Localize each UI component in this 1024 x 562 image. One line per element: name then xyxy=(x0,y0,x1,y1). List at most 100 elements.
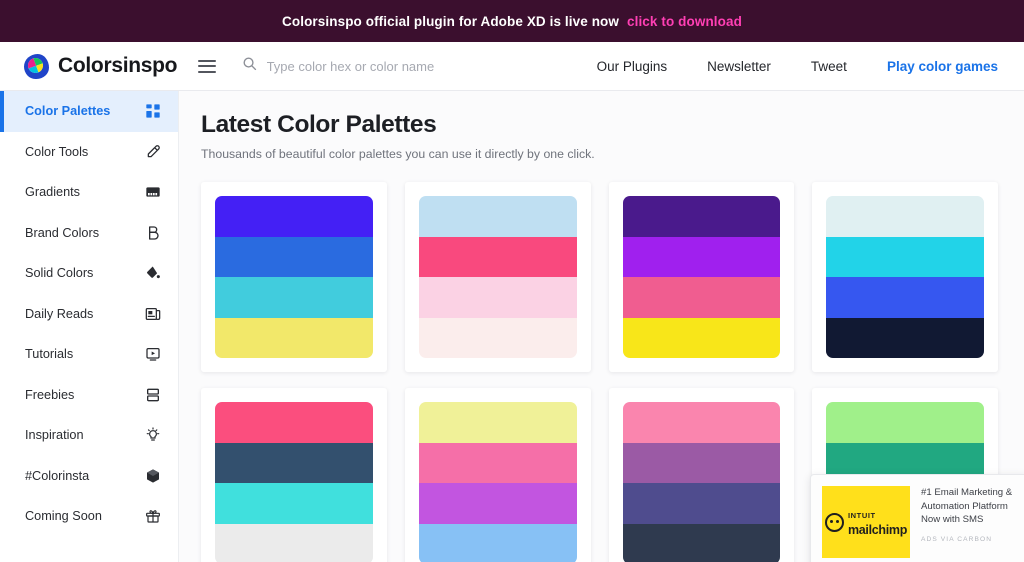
palette-card[interactable] xyxy=(812,182,998,372)
sidebar: Color Palettes Color Tools Gradients Bra… xyxy=(0,91,179,562)
palette-swatch[interactable] xyxy=(622,442,781,483)
video-play-icon xyxy=(144,345,162,363)
brand-logo[interactable]: Colorsinspo xyxy=(24,53,188,79)
page-body: Color Palettes Color Tools Gradients Bra… xyxy=(0,91,1024,562)
palette-swatch[interactable] xyxy=(622,523,781,562)
sidebar-item-color-tools[interactable]: Color Tools xyxy=(0,132,178,173)
palette-card[interactable] xyxy=(404,388,591,562)
gift-icon xyxy=(144,507,162,525)
sidebar-item-inspiration[interactable]: Inspiration xyxy=(0,415,178,456)
palette-swatch[interactable] xyxy=(215,277,373,318)
brand-name: Colorsinspo xyxy=(58,54,178,77)
ad-image[interactable]: INTUIT mailchimp xyxy=(822,486,910,558)
palette-swatches xyxy=(418,196,577,358)
palette-swatch[interactable] xyxy=(215,317,373,358)
sidebar-item-label: Color Palettes xyxy=(25,104,111,119)
nav-item-play-color-games[interactable]: Play color games xyxy=(887,59,998,74)
palette-swatch[interactable] xyxy=(418,277,577,318)
palette-card[interactable] xyxy=(404,182,591,372)
sidebar-item-label: Color Tools xyxy=(25,144,89,159)
sidebar-item-label: Freebies xyxy=(25,387,75,402)
palette-swatch[interactable] xyxy=(826,402,984,443)
eyedropper-icon xyxy=(144,143,162,161)
palette-swatch[interactable] xyxy=(215,523,373,562)
palette-swatches xyxy=(215,402,373,562)
announcement-banner: Colorsinspo official plugin for Adobe XD… xyxy=(0,0,1024,42)
sidebar-item-label: #Colorinsta xyxy=(25,468,90,483)
sidebar-item-daily-reads[interactable]: Daily Reads xyxy=(0,294,178,335)
palette-swatch[interactable] xyxy=(622,277,781,318)
sidebar-item-label: Coming Soon xyxy=(25,509,102,524)
sidebar-item-label: Solid Colors xyxy=(25,266,94,281)
ad-headline[interactable]: #1 Email Marketing & Automation Platform… xyxy=(921,486,1016,527)
palette-swatch[interactable] xyxy=(826,317,984,358)
ad-brand-top: INTUIT xyxy=(847,511,876,520)
palette-card[interactable] xyxy=(608,388,795,562)
gradient-icon xyxy=(144,183,162,201)
palette-swatch[interactable] xyxy=(622,402,781,443)
palette-swatches xyxy=(418,402,577,562)
sidebar-item-label: Gradients xyxy=(25,185,81,200)
main-content: Latest Color Palettes Thousands of beaut… xyxy=(179,91,1024,562)
ad-attribution[interactable]: ADS VIA CARBON xyxy=(921,536,1016,543)
search-icon xyxy=(242,56,257,76)
palette-swatch[interactable] xyxy=(418,442,577,483)
palette-swatch[interactable] xyxy=(826,277,984,318)
carbon-ad[interactable]: INTUIT mailchimp #1 Email Marketing & Au… xyxy=(810,474,1024,562)
stacked-bars-icon xyxy=(144,386,162,404)
sidebar-item-label: Daily Reads xyxy=(25,306,94,321)
mailchimp-logo-icon: INTUIT mailchimp xyxy=(824,506,908,538)
sidebar-item-color-palettes[interactable]: Color Palettes xyxy=(0,91,178,132)
palette-swatch[interactable] xyxy=(215,442,373,483)
announcement-download-link[interactable]: click to download xyxy=(627,14,742,29)
nav-item-newsletter[interactable]: Newsletter xyxy=(707,59,771,74)
palette-swatch[interactable] xyxy=(215,402,373,443)
palette-swatch[interactable] xyxy=(418,196,577,237)
hamburger-icon[interactable] xyxy=(198,59,216,73)
palette-swatch[interactable] xyxy=(418,523,577,562)
sidebar-item-label: Tutorials xyxy=(25,347,74,362)
site-header: Colorsinspo Our Plugins Newsletter Tweet… xyxy=(0,42,1024,91)
palette-card[interactable] xyxy=(201,388,387,562)
palette-swatch[interactable] xyxy=(215,196,373,237)
sidebar-item-brand-colors[interactable]: Brand Colors xyxy=(0,213,178,254)
nav-item-our-plugins[interactable]: Our Plugins xyxy=(597,59,668,74)
palette-swatch[interactable] xyxy=(418,402,577,443)
palette-swatch[interactable] xyxy=(622,236,781,277)
palette-swatch[interactable] xyxy=(215,483,373,524)
palette-card[interactable] xyxy=(608,182,795,372)
colorsinspo-logo-icon xyxy=(24,53,49,79)
palette-swatch[interactable] xyxy=(418,483,577,524)
sidebar-item-solid-colors[interactable]: Solid Colors xyxy=(0,253,178,294)
sidebar-item-colorinsta[interactable]: #Colorinsta xyxy=(0,456,178,497)
page-subtitle: Thousands of beautiful color palettes yo… xyxy=(201,147,595,161)
newspaper-icon xyxy=(144,305,162,323)
sidebar-item-freebies[interactable]: Freebies xyxy=(0,375,178,416)
sidebar-item-label: Inspiration xyxy=(25,428,84,443)
search-bar[interactable] xyxy=(242,56,597,76)
brand-b-icon xyxy=(144,224,162,242)
sidebar-item-coming-soon[interactable]: Coming Soon xyxy=(0,496,178,537)
palette-swatch[interactable] xyxy=(215,236,373,277)
grid-icon xyxy=(144,102,162,120)
palette-swatch[interactable] xyxy=(622,483,781,524)
palette-swatches xyxy=(826,196,984,358)
palette-swatches xyxy=(622,196,781,358)
cube-icon xyxy=(144,467,162,485)
primary-nav: Our Plugins Newsletter Tweet Play color … xyxy=(597,59,998,74)
palette-swatch[interactable] xyxy=(418,317,577,358)
sidebar-item-gradients[interactable]: Gradients xyxy=(0,172,178,213)
ad-brand-bottom: mailchimp xyxy=(847,523,908,537)
sidebar-item-tutorials[interactable]: Tutorials xyxy=(0,334,178,375)
palette-swatch[interactable] xyxy=(622,196,781,237)
ad-body: #1 Email Marketing & Automation Platform… xyxy=(921,486,1016,558)
search-input[interactable] xyxy=(266,58,597,74)
palette-swatch[interactable] xyxy=(418,236,577,277)
nav-item-tweet[interactable]: Tweet xyxy=(811,59,847,74)
palette-swatches xyxy=(215,196,373,358)
palette-swatch[interactable] xyxy=(622,317,781,358)
announcement-text: Colorsinspo official plugin for Adobe XD… xyxy=(282,13,619,29)
palette-swatch[interactable] xyxy=(826,236,984,277)
palette-swatch[interactable] xyxy=(826,196,984,237)
palette-card[interactable] xyxy=(201,182,387,372)
